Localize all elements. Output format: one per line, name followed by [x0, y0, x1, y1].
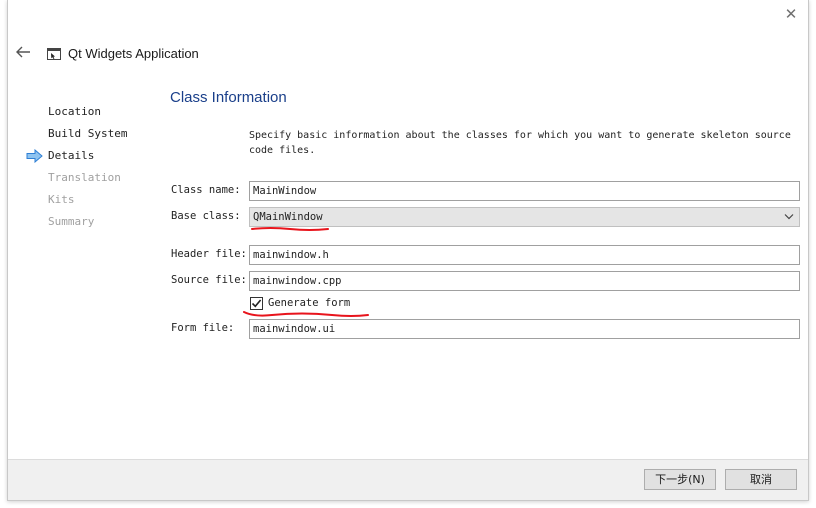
- back-button[interactable]: [14, 44, 32, 60]
- checkmark-icon: [251, 299, 262, 308]
- page-description: Specify basic information about the clas…: [249, 130, 791, 156]
- form-file-label: Form file:: [171, 322, 235, 334]
- generate-form-checkbox[interactable]: [250, 297, 263, 310]
- step-label: Kits: [48, 193, 75, 206]
- step-label: Translation: [48, 171, 121, 184]
- close-button[interactable]: ✕: [784, 5, 798, 23]
- form-file-input[interactable]: [249, 319, 800, 339]
- current-step-arrow-icon: [26, 149, 43, 163]
- close-icon: ✕: [784, 5, 798, 23]
- base-class-label: Base class:: [171, 210, 241, 222]
- qt-widgets-app-icon: [47, 48, 61, 60]
- step-translation: Translation: [8, 170, 158, 192]
- wizard-footer: 下一步(N) 取消: [8, 459, 808, 500]
- class-name-label: Class name:: [171, 184, 241, 196]
- step-summary: Summary: [8, 214, 158, 236]
- base-class-combo[interactable]: QMainWindow: [249, 207, 800, 227]
- wizard-steps: Location Build System Details Translatio…: [8, 104, 158, 236]
- header-file-label: Header file:: [171, 248, 247, 260]
- step-location: Location: [8, 104, 158, 126]
- step-build-system: Build System: [8, 126, 158, 148]
- step-label: Details: [48, 149, 95, 162]
- back-arrow-icon: [16, 46, 30, 58]
- red-underline-annotation: [243, 311, 369, 317]
- page-title: Class Information: [170, 89, 287, 106]
- step-label: Location: [48, 105, 101, 118]
- base-class-value: QMainWindow: [253, 211, 323, 223]
- step-label: Summary: [48, 215, 95, 228]
- wizard-title: Qt Widgets Application: [68, 46, 199, 61]
- cancel-button[interactable]: 取消: [725, 469, 797, 490]
- header-file-input[interactable]: [249, 245, 800, 265]
- step-details: Details: [8, 148, 158, 170]
- source-file-label: Source file:: [171, 274, 247, 286]
- wizard-dialog: ✕ Qt Widgets Application Location Build …: [7, 0, 809, 501]
- step-label: Build System: [48, 127, 128, 140]
- generate-form-label: Generate form: [268, 297, 351, 309]
- class-name-input[interactable]: [249, 181, 800, 201]
- next-button[interactable]: 下一步(N): [644, 469, 716, 490]
- chevron-down-icon: [784, 214, 794, 220]
- source-file-input[interactable]: [249, 271, 800, 291]
- step-kits: Kits: [8, 192, 158, 214]
